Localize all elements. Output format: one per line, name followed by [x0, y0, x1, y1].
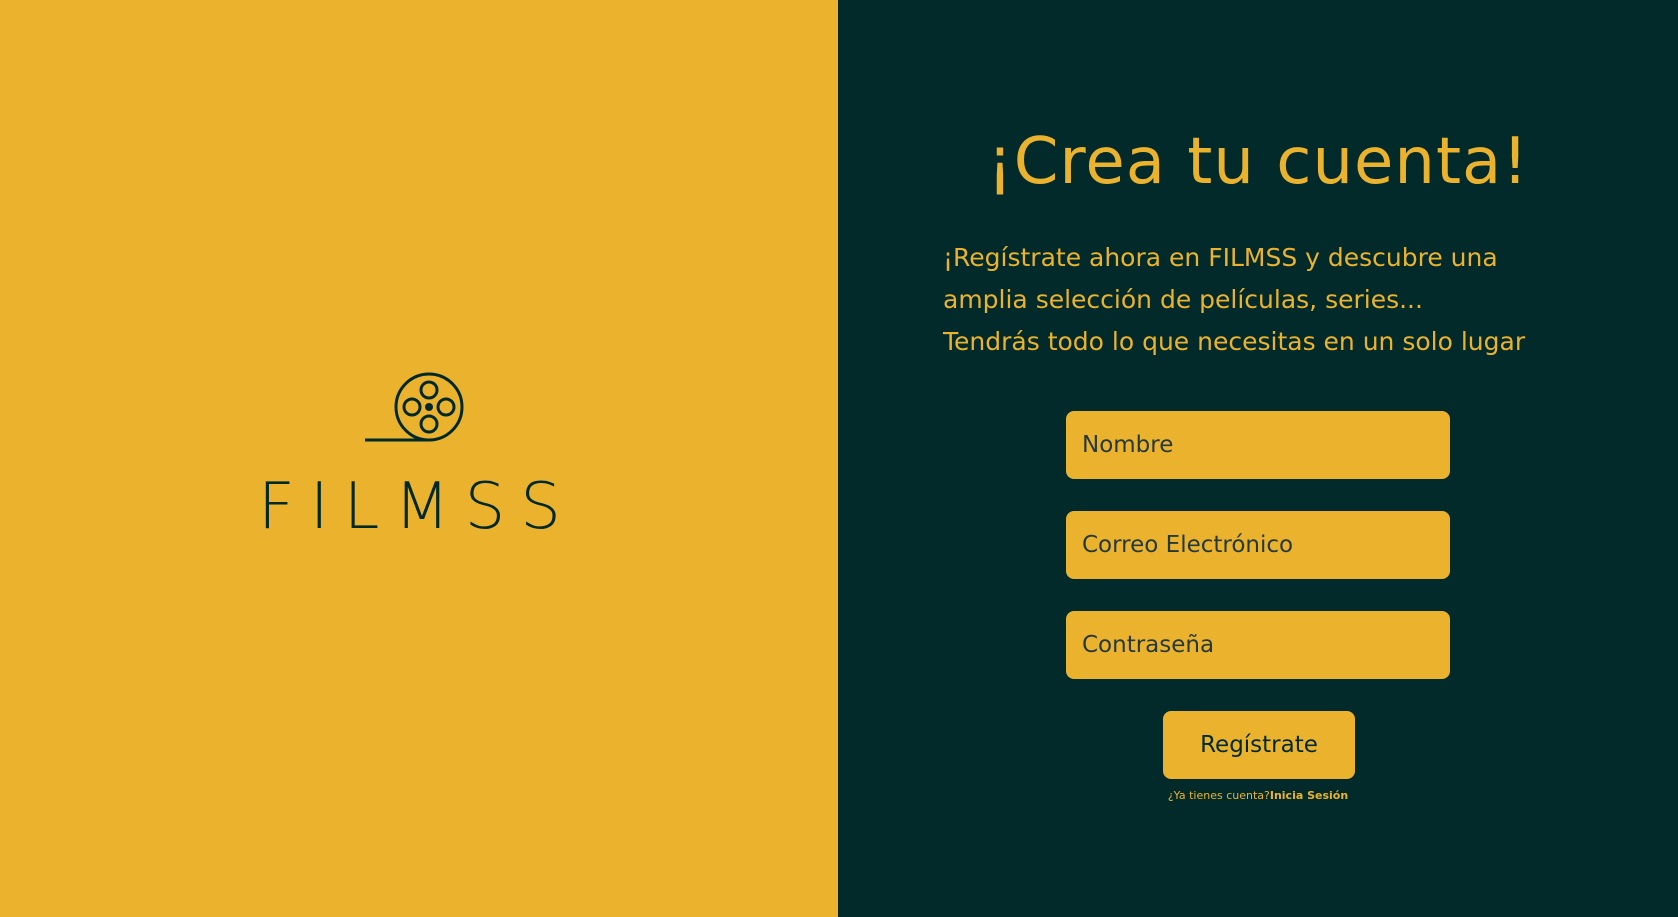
- signup-panel: ¡Crea tu cuenta! ¡Regístrate ahora en FI…: [838, 0, 1678, 917]
- login-link[interactable]: Inicia Sesión: [1270, 789, 1348, 802]
- brand-name: FILMSS: [258, 470, 576, 544]
- password-input[interactable]: [1066, 611, 1450, 679]
- login-prompt-text: ¿Ya tienes cuenta?: [1167, 789, 1270, 802]
- brand-logo: FILMSS: [258, 372, 578, 544]
- intro-text: ¡Regístrate ahora en FILMSS y descubre u…: [943, 237, 1623, 363]
- signup-page: FILMSS ¡Crea tu cuenta! ¡Regístrate ahor…: [0, 0, 1678, 917]
- intro-line: Tendrás todo lo que necesitas en un solo…: [943, 327, 1526, 356]
- intro-line: ¡Regístrate ahora en FILMSS y descubre u…: [943, 243, 1498, 272]
- register-button[interactable]: Regístrate: [1163, 711, 1355, 779]
- login-prompt-row: ¿Ya tienes cuenta?Inicia Sesión: [838, 789, 1678, 802]
- brand-panel: FILMSS: [0, 0, 838, 917]
- intro-line: amplia selección de películas, series...: [943, 285, 1423, 314]
- film-reel-icon: [365, 372, 464, 442]
- name-input[interactable]: [1066, 411, 1450, 479]
- email-input[interactable]: [1066, 511, 1450, 579]
- page-title: ¡Crea tu cuenta!: [987, 125, 1529, 199]
